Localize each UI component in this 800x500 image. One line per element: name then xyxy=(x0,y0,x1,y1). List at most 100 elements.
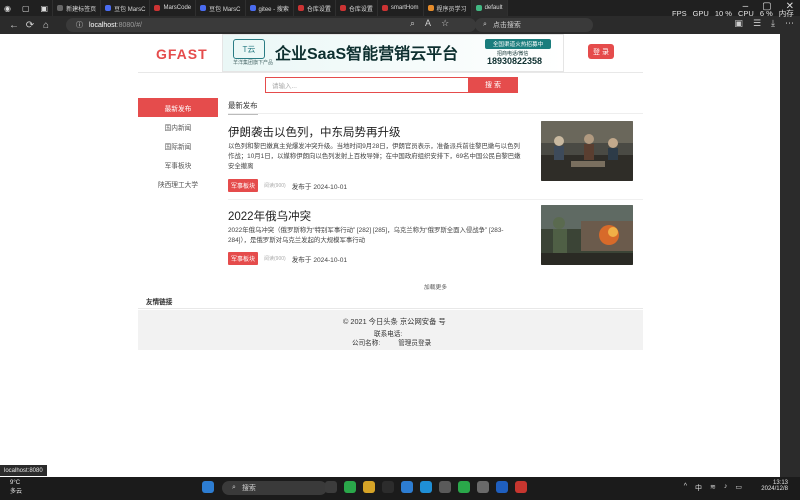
start-icon[interactable] xyxy=(202,481,214,493)
load-more-link[interactable]: 加载更多 xyxy=(228,282,643,291)
tab-favicon xyxy=(200,5,207,11)
system-tray: ^ 中 ≋ ♪ ▭ xyxy=(684,483,742,493)
wechat-icon[interactable] xyxy=(344,481,356,493)
back-icon[interactable]: ← xyxy=(6,20,22,31)
performance-overlay: FPS GPU 10 % CPU 6 % 内存 xyxy=(672,1,794,25)
terminal-icon[interactable] xyxy=(382,481,394,493)
sidebar-item-military[interactable]: 军事板块 xyxy=(138,155,218,174)
url-host: localhost xyxy=(89,21,117,29)
profile-icon[interactable]: ◉ xyxy=(4,4,11,13)
weather-widget[interactable]: 9°C 多云 xyxy=(10,480,22,495)
banner-phone: 18930822358 xyxy=(487,56,543,66)
weather-condition: 多云 xyxy=(10,489,23,495)
tab-search-icon[interactable]: ▣ xyxy=(41,4,49,13)
browser-sidebar xyxy=(780,34,800,477)
browser-tab-1[interactable]: 新建标签页 xyxy=(53,0,102,16)
tab-label: 豆包 MarsC xyxy=(114,6,146,13)
translate-icon[interactable]: A xyxy=(425,18,431,29)
sidebar-item-latest[interactable]: 最新发布 xyxy=(138,98,218,117)
taskbar-search[interactable]: ⌕ 搜索 xyxy=(222,481,327,495)
site-logo[interactable]: GFAST xyxy=(156,46,208,62)
article-category-tag[interactable]: 军事板块 xyxy=(228,179,259,192)
volume-icon[interactable]: ♪ xyxy=(724,483,728,493)
browser-tab-3[interactable]: MarsCode xyxy=(150,0,197,16)
app-icon[interactable] xyxy=(477,481,489,493)
sidebar-item-university[interactable]: 陕西理工大学 xyxy=(138,174,218,193)
article-read-count: 阅读(900) xyxy=(264,256,286,262)
fps-label: FPS xyxy=(672,8,687,18)
tab-favicon xyxy=(381,5,388,11)
app-icon[interactable] xyxy=(496,481,508,493)
footer-copyright: © 2021 今日头条 京公网安备 号 xyxy=(343,317,446,326)
article-title[interactable]: 2022年俄乌冲突 xyxy=(228,208,311,224)
browser-tab-8[interactable]: smartHom xyxy=(378,0,424,16)
tab-label: MarsCode xyxy=(163,5,192,11)
banner-headline: 企业SaaS智能营销云平台 xyxy=(275,46,459,63)
browser-tab-10[interactable]: default xyxy=(471,0,508,16)
article-thumbnail[interactable] xyxy=(541,205,633,265)
friend-links-heading: 友情链接 xyxy=(146,299,173,306)
reload-icon[interactable]: ⟳ xyxy=(22,20,38,31)
tray-chevron-icon[interactable]: ^ xyxy=(684,483,687,493)
taskbar-search-icon: ⌕ xyxy=(232,484,236,491)
search-icon: ⌕ xyxy=(483,21,487,28)
category-sidebar: 最新发布 国内新闻 国际新闻 军事板块 陕西理工大学 xyxy=(138,98,218,193)
browser-search-box[interactable]: ⌕ 点击搜索 xyxy=(475,18,593,32)
tab-favicon xyxy=(154,5,161,11)
app-icon[interactable] xyxy=(439,481,451,493)
footer-company: 公司名称: xyxy=(352,340,381,347)
browser-tab-4[interactable]: 豆包 MarsC xyxy=(196,0,246,16)
search-button[interactable]: 搜 索 xyxy=(468,77,518,93)
search-input[interactable]: 请输入... xyxy=(265,77,473,93)
browser-tab-2[interactable]: 豆包 MarsC xyxy=(101,0,151,16)
cpu-label: CPU xyxy=(737,8,754,18)
browser-tab-6[interactable]: 仓库设置 xyxy=(294,0,336,16)
favorite-icon[interactable]: ☆ xyxy=(441,18,449,29)
admin-login-link[interactable]: 管理员登录 xyxy=(398,337,431,347)
footer-divider xyxy=(138,308,643,309)
ad-banner[interactable]: T云 羊洋集团旗下产品 企业SaaS智能营销云平台 全国渠道火热招募中 招商电话… xyxy=(222,34,564,72)
gpu-value: 10 % xyxy=(714,8,732,18)
article-title[interactable]: 伊朗袭击以色列，中东局势再升级 xyxy=(228,124,401,140)
article-category-tag[interactable]: 军事板块 xyxy=(228,252,259,265)
browser-tab-9[interactable]: 程序员学习 xyxy=(424,0,472,16)
file-explorer-icon[interactable] xyxy=(363,481,375,493)
article-meta: 军事板块 阅读(900) 发布于 2024-10-01 xyxy=(228,179,347,192)
battery-icon[interactable]: ▭ xyxy=(735,483,742,493)
login-button[interactable]: 登 录 xyxy=(588,44,614,59)
browser-tab-7[interactable]: 仓库设置 xyxy=(336,0,378,16)
info-icon[interactable]: ⓘ xyxy=(76,20,83,30)
article-meta: 军事板块 阅读(900) 发布于 2024-10-01 xyxy=(228,252,347,265)
sidebar-item-domestic[interactable]: 国内新闻 xyxy=(138,117,218,136)
tab-favicon xyxy=(249,5,256,11)
browser-search-placeholder: 点击搜索 xyxy=(492,22,521,29)
tab-favicon xyxy=(105,5,112,11)
tab-favicon xyxy=(339,5,346,11)
article-date: 发布于 2024-10-01 xyxy=(291,256,348,264)
zoom-icon[interactable]: ⌕ xyxy=(410,18,415,29)
task-view-icon[interactable] xyxy=(325,481,337,493)
article-read-count: 阅读(900) xyxy=(264,183,286,189)
edge-icon[interactable] xyxy=(420,481,432,493)
footer-company-row: 公司名称: 管理员登录 xyxy=(352,337,431,347)
home-icon[interactable]: ⌂ xyxy=(38,20,54,31)
browser-tab-5[interactable]: gitee - 搜索 xyxy=(246,0,294,16)
sidebar-item-international[interactable]: 国际新闻 xyxy=(138,136,218,155)
tab-favicon xyxy=(427,5,434,11)
site-footer: © 2021 今日头条 京公网安备 号 联系电话: 公司名称: 管理员登录 xyxy=(138,310,643,350)
banner-logo: T云 xyxy=(233,39,265,59)
ide-icon[interactable] xyxy=(401,481,413,493)
taskbar-clock[interactable]: 13:13 2024/12/8 xyxy=(761,480,788,492)
tab-favicon xyxy=(475,5,482,11)
wifi-icon[interactable]: ≋ xyxy=(710,483,716,493)
article-thumbnail[interactable] xyxy=(541,121,633,181)
app-icon[interactable] xyxy=(458,481,470,493)
tab-strip-controls[interactable]: ◉ ▢ ▣ xyxy=(0,0,54,16)
ime-indicator[interactable]: 中 xyxy=(695,483,702,493)
article-summary: 2022年俄乌冲突（俄罗斯称为“特别军事行动” [282] [285]，乌克兰称… xyxy=(228,227,504,244)
app-icon[interactable] xyxy=(515,481,527,493)
tab-label: 仓库设置 xyxy=(306,6,331,13)
tab-favicon xyxy=(297,5,304,11)
tab-actions-icon[interactable]: ▢ xyxy=(22,4,30,13)
windows-taskbar: 9°C 多云 ⌕ 搜索 ^ 中 ≋ ♪ ▭ 13:13 2024/12/8 xyxy=(0,477,800,500)
